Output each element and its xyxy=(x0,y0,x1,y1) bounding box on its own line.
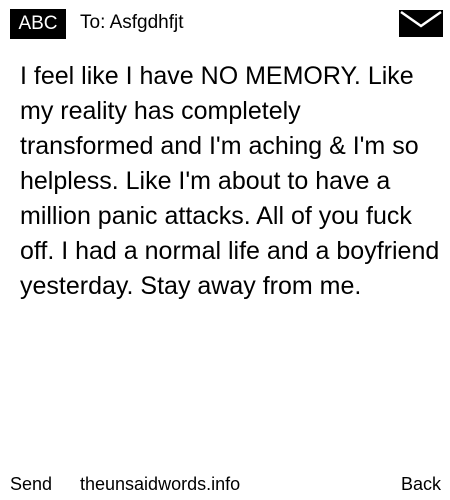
message-text[interactable]: I feel like I have NO MEMORY. Like my re… xyxy=(20,59,440,304)
message-header: ABC To: Asfgdhfjt xyxy=(0,0,450,50)
softkey-bar: Send theunsaidwords.info Back xyxy=(0,470,450,500)
input-mode-badge[interactable]: ABC xyxy=(10,9,66,39)
site-label: theunsaidwords.info xyxy=(80,474,241,494)
send-button[interactable]: Send xyxy=(10,472,52,496)
envelope-icon xyxy=(399,10,443,37)
recipient-field[interactable]: To: Asfgdhfjt xyxy=(80,11,184,35)
back-button[interactable]: Back xyxy=(401,472,441,496)
